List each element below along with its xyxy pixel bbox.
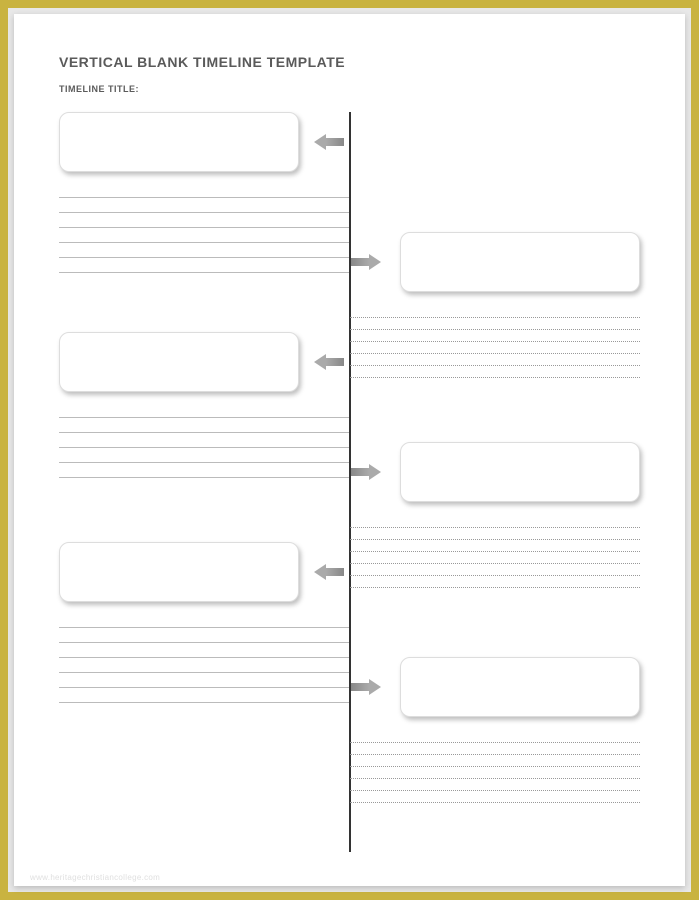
writing-line [350, 802, 640, 803]
writing-line [350, 575, 640, 576]
writing-line [59, 417, 349, 418]
writing-line [59, 627, 349, 628]
writing-line [350, 742, 640, 743]
writing-lines-left-2 [59, 417, 349, 492]
document-paper: VERTICAL BLANK TIMELINE TEMPLATE TIMELIN… [14, 14, 685, 886]
writing-lines-right-3 [350, 742, 640, 814]
event-box-left-1 [59, 112, 299, 172]
writing-line [350, 587, 640, 588]
writing-line [59, 462, 349, 463]
writing-lines-right-1 [350, 317, 640, 389]
writing-line [350, 377, 640, 378]
writing-line [59, 197, 349, 198]
writing-line [59, 432, 349, 433]
writing-line [350, 754, 640, 755]
writing-line [59, 272, 349, 273]
event-box-left-3 [59, 542, 299, 602]
page-title: VERTICAL BLANK TIMELINE TEMPLATE [59, 54, 640, 70]
outer-frame: VERTICAL BLANK TIMELINE TEMPLATE TIMELIN… [8, 8, 691, 892]
writing-line [350, 539, 640, 540]
timeline-content [59, 112, 640, 852]
writing-line [59, 227, 349, 228]
writing-line [59, 687, 349, 688]
writing-line [59, 257, 349, 258]
writing-line [350, 790, 640, 791]
arrow-right-icon [369, 464, 381, 480]
writing-line [350, 766, 640, 767]
writing-lines-right-2 [350, 527, 640, 599]
event-box-right-3 [400, 657, 640, 717]
timeline-title-label: TIMELINE TITLE: [59, 84, 640, 94]
writing-line [350, 341, 640, 342]
writing-line [350, 353, 640, 354]
writing-line [59, 447, 349, 448]
writing-line [59, 672, 349, 673]
writing-line [350, 551, 640, 552]
arrow-right-icon [369, 679, 381, 695]
watermark-text: www.heritagechristiancollege.com [30, 873, 160, 882]
arrow-left-icon [314, 134, 326, 150]
writing-line [350, 527, 640, 528]
event-box-left-2 [59, 332, 299, 392]
event-box-right-1 [400, 232, 640, 292]
writing-line [59, 212, 349, 213]
writing-line [350, 365, 640, 366]
writing-line [59, 477, 349, 478]
writing-line [350, 563, 640, 564]
writing-line [59, 642, 349, 643]
writing-line [59, 702, 349, 703]
writing-line [350, 778, 640, 779]
arrow-left-icon [314, 564, 326, 580]
writing-line [350, 317, 640, 318]
arrow-left-icon [314, 354, 326, 370]
writing-line [350, 329, 640, 330]
writing-line [59, 657, 349, 658]
arrow-right-icon [369, 254, 381, 270]
writing-line [59, 242, 349, 243]
writing-lines-left-1 [59, 197, 349, 287]
writing-lines-left-3 [59, 627, 349, 717]
event-box-right-2 [400, 442, 640, 502]
